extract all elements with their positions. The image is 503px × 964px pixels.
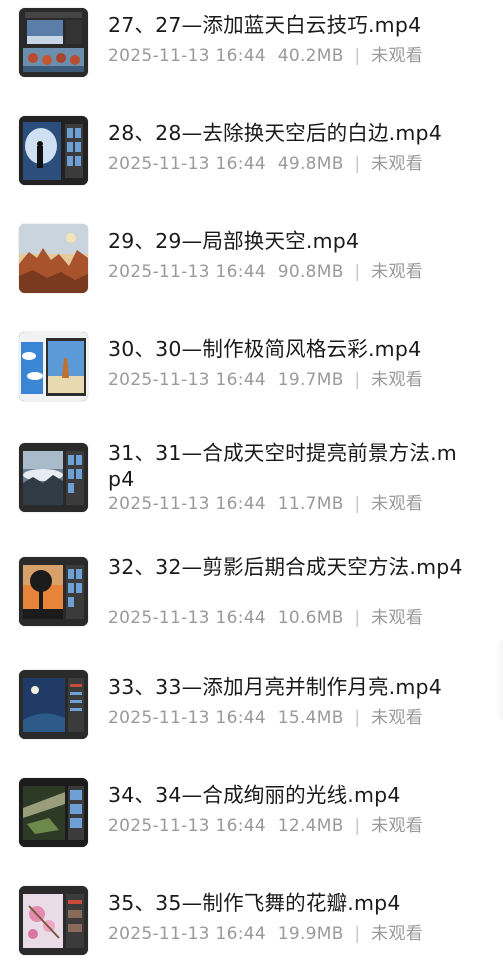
file-size: 12.4MB [277, 816, 344, 836]
watch-status: 未观看 [371, 494, 424, 514]
file-date: 2025-11-13 16:44 [108, 924, 266, 944]
file-size: 19.7MB [277, 370, 344, 390]
file-date: 2025-11-13 16:44 [108, 494, 266, 514]
file-date: 2025-11-13 16:44 [108, 816, 266, 836]
meta-separator: | [354, 370, 361, 390]
watch-status: 未观看 [371, 924, 424, 944]
file-size: 90.8MB [277, 262, 344, 282]
meta-separator: | [354, 924, 361, 944]
file-title: 33、33—添加月亮并制作月亮.mp4 [108, 675, 443, 699]
edge-swipe-handle[interactable] [495, 640, 503, 720]
watch-status: 未观看 [371, 370, 424, 390]
watch-status: 未观看 [371, 154, 424, 174]
file-meta: 2025-11-13 16:44 40.2MB | 未观看 [108, 45, 423, 67]
file-meta: 2025-11-13 16:44 10.6MB | 未观看 [108, 607, 423, 629]
file-date: 2025-11-13 16:44 [108, 46, 266, 66]
video-thumbnail-icon [19, 670, 88, 739]
watch-status: 未观看 [371, 608, 424, 628]
file-meta: 2025-11-13 16:44 15.4MB | 未观看 [108, 707, 423, 729]
meta-separator: | [354, 816, 361, 836]
file-date: 2025-11-13 16:44 [108, 708, 266, 728]
file-meta: 2025-11-13 16:44 19.9MB | 未观看 [108, 923, 423, 945]
watch-status: 未观看 [371, 262, 424, 282]
file-title: 28、28—去除换天空后的白边.mp4 [108, 121, 443, 145]
meta-separator: | [354, 608, 361, 628]
file-title: 35、35—制作飞舞的花瓣.mp4 [108, 891, 401, 915]
file-date: 2025-11-13 16:44 [108, 262, 266, 282]
video-thumbnail-icon [19, 557, 88, 626]
file-meta: 2025-11-13 16:44 11.7MB | 未观看 [108, 493, 423, 515]
video-thumbnail-icon [19, 778, 88, 847]
file-title: 32、32—剪影后期合成天空方法.mp4 [108, 555, 463, 579]
file-size: 19.9MB [277, 924, 344, 944]
file-title: 27、27—添加蓝天白云技巧.mp4 [108, 13, 422, 37]
video-thumbnail-icon [19, 443, 88, 512]
video-thumbnail-icon [19, 224, 88, 293]
file-date: 2025-11-13 16:44 [108, 370, 266, 390]
watch-status: 未观看 [371, 816, 424, 836]
file-size: 40.2MB [277, 46, 344, 66]
file-title: 31、31—合成天空时提亮前景方法.mp4 [108, 441, 457, 491]
watch-status: 未观看 [371, 708, 424, 728]
meta-separator: | [354, 494, 361, 514]
file-title: 34、34—合成绚丽的光线.mp4 [108, 783, 401, 807]
file-date: 2025-11-13 16:44 [108, 154, 266, 174]
file-meta: 2025-11-13 16:44 19.7MB | 未观看 [108, 369, 423, 391]
file-meta: 2025-11-13 16:44 12.4MB | 未观看 [108, 815, 423, 837]
file-date: 2025-11-13 16:44 [108, 608, 266, 628]
file-size: 15.4MB [277, 708, 344, 728]
file-title: 29、29—局部换天空.mp4 [108, 229, 360, 253]
file-size: 10.6MB [277, 608, 344, 628]
file-meta: 2025-11-13 16:44 49.8MB | 未观看 [108, 153, 423, 175]
meta-separator: | [354, 708, 361, 728]
meta-separator: | [354, 154, 361, 174]
meta-separator: | [354, 262, 361, 282]
file-meta: 2025-11-13 16:44 90.8MB | 未观看 [108, 261, 423, 283]
video-thumbnail-icon [19, 8, 88, 77]
watch-status: 未观看 [371, 46, 424, 66]
file-title: 30、30—制作极简风格云彩.mp4 [108, 337, 422, 361]
video-thumbnail-icon [19, 886, 88, 955]
file-size: 11.7MB [277, 494, 344, 514]
video-thumbnail-icon [19, 116, 88, 185]
video-thumbnail-icon [19, 332, 88, 401]
meta-separator: | [354, 46, 361, 66]
file-size: 49.8MB [277, 154, 344, 174]
